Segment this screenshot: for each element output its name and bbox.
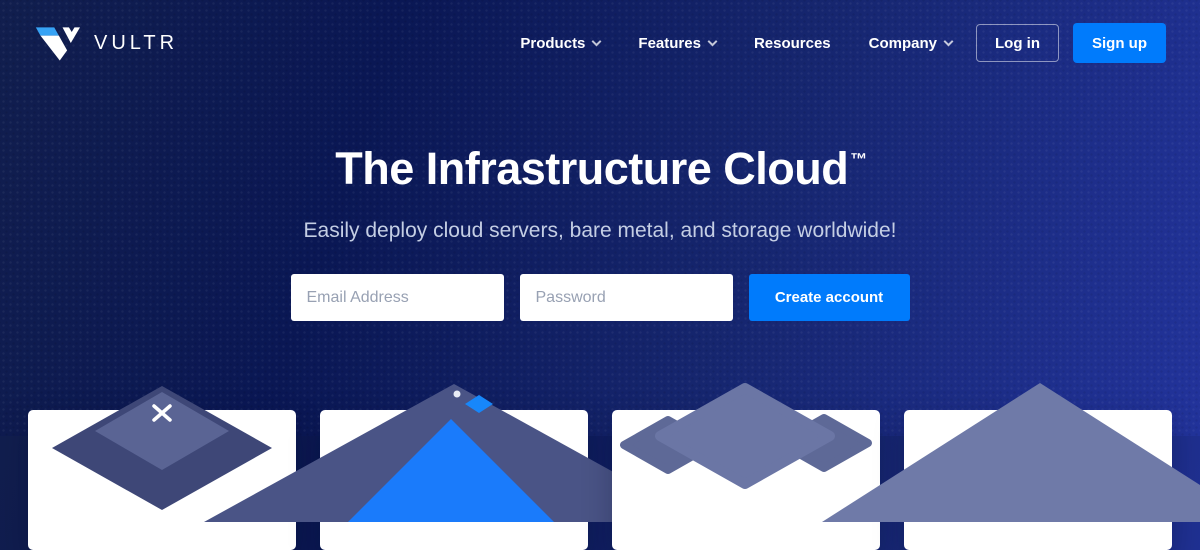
site-header: VULTR Products Features Resources Compan… xyxy=(0,0,1200,86)
signup-button[interactable]: Sign up xyxy=(1073,23,1166,63)
feature-card xyxy=(904,410,1172,550)
feature-card xyxy=(320,410,588,550)
nav-item-label: Company xyxy=(869,35,937,52)
isometric-storage-pyramid-icon xyxy=(908,382,1168,522)
page-title-text: The Infrastructure Cloud xyxy=(335,143,848,194)
chevron-down-icon xyxy=(592,36,602,46)
hero-subtitle: Easily deploy cloud servers, bare metal,… xyxy=(0,219,1200,243)
signup-form: Create account xyxy=(291,274,910,321)
password-field[interactable] xyxy=(520,274,733,321)
vultr-logo[interactable]: VULTR xyxy=(34,23,178,63)
trademark-symbol: ™ xyxy=(850,150,867,169)
feature-card xyxy=(612,410,880,550)
nav-item-company[interactable]: Company xyxy=(869,35,952,52)
login-button[interactable]: Log in xyxy=(976,24,1059,62)
nav-item-products[interactable]: Products xyxy=(520,35,600,52)
nav-item-features[interactable]: Features xyxy=(638,35,716,52)
main-nav: Products Features Resources Company xyxy=(520,35,952,52)
chevron-down-icon xyxy=(944,36,954,46)
nav-item-resources[interactable]: Resources xyxy=(754,35,831,52)
chevron-down-icon xyxy=(707,36,717,46)
header-buttons: Log in Sign up xyxy=(976,23,1166,63)
nav-item-label: Features xyxy=(638,35,701,52)
hero-section: The Infrastructure Cloud™ Easily deploy … xyxy=(0,146,1200,321)
isometric-cluster-icon xyxy=(616,384,876,524)
feature-card xyxy=(28,410,296,550)
nav-item-label: Resources xyxy=(754,35,831,52)
feature-cards-row xyxy=(28,410,1172,550)
email-field[interactable] xyxy=(291,274,504,321)
isometric-compute-pyramid-icon xyxy=(324,382,584,522)
page-title: The Infrastructure Cloud™ xyxy=(0,146,1200,191)
vultr-logo-icon xyxy=(34,23,80,63)
nav-item-label: Products xyxy=(520,35,585,52)
brand-name: VULTR xyxy=(94,32,178,55)
create-account-button[interactable]: Create account xyxy=(749,274,910,321)
